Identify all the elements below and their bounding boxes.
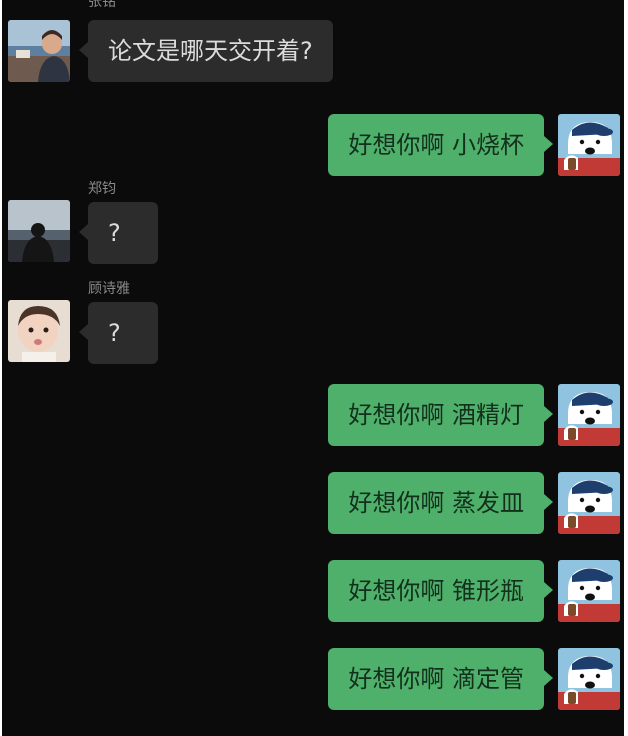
outgoing-message-bubble[interactable]: 好想你啊 小烧杯 <box>328 114 553 176</box>
polar-bear-avatar[interactable] <box>558 384 620 446</box>
chat-screen: 张铭 论文是哪天交开着? 好想你啊 小烧杯 郑钧 ? 顾诗雅 ? 好想你啊 酒精… <box>2 0 624 736</box>
person-avatar[interactable] <box>8 20 70 82</box>
sender-name: 郑钧 <box>88 181 116 197</box>
outgoing-message-bubble[interactable]: 好想你啊 蒸发皿 <box>328 472 553 534</box>
outgoing-message-bubble[interactable]: 好想你啊 锥形瓶 <box>328 560 553 622</box>
incoming-message-bubble[interactable]: 论文是哪天交开着? <box>79 20 333 82</box>
incoming-message-bubble[interactable]: ? <box>79 302 158 364</box>
sender-name: 张铭 <box>88 0 116 10</box>
polar-bear-avatar[interactable] <box>558 114 620 176</box>
polar-bear-avatar[interactable] <box>558 648 620 710</box>
outgoing-message-bubble[interactable]: 好想你啊 酒精灯 <box>328 384 553 446</box>
outgoing-message-bubble[interactable]: 好想你啊 滴定管 <box>328 648 553 710</box>
silhouette-avatar[interactable] <box>8 200 70 262</box>
polar-bear-avatar[interactable] <box>558 472 620 534</box>
baby-avatar[interactable] <box>8 300 70 362</box>
sender-name: 顾诗雅 <box>88 281 130 297</box>
incoming-message-bubble[interactable]: ? <box>79 202 158 264</box>
polar-bear-avatar[interactable] <box>558 560 620 622</box>
